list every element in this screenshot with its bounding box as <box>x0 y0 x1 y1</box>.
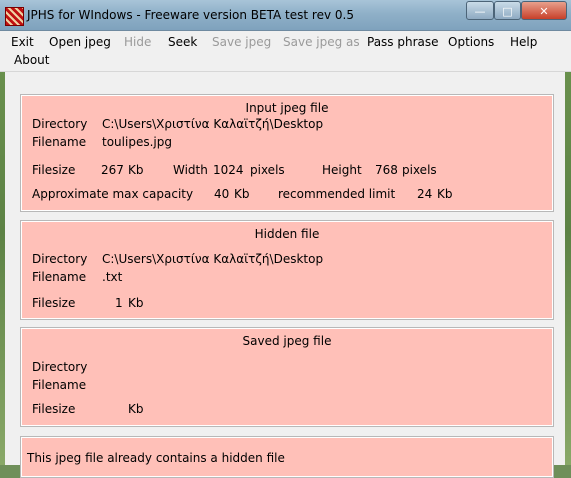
input-jpeg-title: Input jpeg file <box>245 101 329 115</box>
input-height-unit: pixels <box>402 163 437 177</box>
limit-label: recommended limit <box>278 187 396 201</box>
hidden-filesize-unit: Kb <box>128 296 144 310</box>
menu-open-jpeg[interactable]: Open jpeg <box>49 33 111 51</box>
window-title: JPHS for WIndows - Freeware version BETA… <box>27 8 354 22</box>
saved-directory-label: Directory <box>32 360 88 374</box>
menu-hide[interactable]: Hide <box>124 33 151 51</box>
hidden-filename-value: .txt <box>102 270 123 284</box>
input-width-label: Width <box>173 163 208 177</box>
app-icon[interactable] <box>5 7 24 26</box>
limit-unit: Kb <box>437 187 453 201</box>
hidden-filename-label: Filename <box>32 270 87 284</box>
client-area: Input jpeg file Directory C:\Users\Χριστ… <box>5 72 565 478</box>
menu-options[interactable]: Options <box>448 33 494 51</box>
input-height-value: 768 <box>375 163 398 177</box>
menu-exit[interactable]: Exit <box>11 33 34 51</box>
input-filename-label: Filename <box>32 135 87 149</box>
menu-help[interactable]: Help <box>510 33 537 51</box>
input-width-value: 1024 <box>213 163 244 177</box>
hidden-filesize-value: 1 <box>115 296 123 310</box>
input-directory-label: Directory <box>32 117 88 131</box>
hidden-file-panel: Hidden file Directory C:\Users\Χριστίνα … <box>20 220 554 320</box>
input-height-label: Height <box>322 163 362 177</box>
hidden-directory-label: Directory <box>32 252 88 266</box>
menu-seek[interactable]: Seek <box>168 33 197 51</box>
input-filesize-unit: Kb <box>128 163 144 177</box>
hidden-file-title: Hidden file <box>254 227 320 241</box>
menu-save-jpeg[interactable]: Save jpeg <box>212 33 271 51</box>
input-filesize-value: 267 <box>101 163 124 177</box>
capacity-unit: Kb <box>234 187 250 201</box>
maximize-icon: □ <box>502 5 513 18</box>
menu-save-jpeg-as[interactable]: Save jpeg as <box>283 33 360 51</box>
saved-jpeg-panel: Saved jpeg file Directory Filename Files… <box>20 327 554 427</box>
minimize-icon: — <box>474 5 486 18</box>
title-bar[interactable]: JPHS for WIndows - Freeware version BETA… <box>0 0 571 31</box>
input-filename-value: toulipes.jpg <box>102 135 172 149</box>
menu-bar: Exit Open jpeg Hide Seek Save jpeg Save … <box>0 31 571 72</box>
status-message: This jpeg file already contains a hidden… <box>27 451 285 465</box>
close-button[interactable]: ✕ <box>521 1 567 20</box>
menu-about[interactable]: About <box>14 51 49 69</box>
close-icon: ✕ <box>539 5 549 18</box>
maximize-button[interactable]: □ <box>494 1 521 20</box>
input-jpeg-panel: Input jpeg file Directory C:\Users\Χριστ… <box>20 94 554 212</box>
saved-filesize-label: Filesize <box>32 402 76 416</box>
minimize-button[interactable]: — <box>466 1 494 20</box>
hidden-filesize-label: Filesize <box>32 296 76 310</box>
input-filesize-label: Filesize <box>32 163 76 177</box>
application-window: JPHS for WIndows - Freeware version BETA… <box>0 0 571 478</box>
hidden-directory-value: C:\Users\Χριστίνα Καλαϊτζή\Desktop <box>102 252 324 266</box>
capacity-label: Approximate max capacity <box>32 187 194 201</box>
input-directory-value: C:\Users\Χριστίνα Καλαϊτζή\Desktop <box>102 117 324 131</box>
saved-jpeg-title: Saved jpeg file <box>242 334 332 348</box>
menu-pass-phrase[interactable]: Pass phrase <box>367 33 439 51</box>
limit-value: 24 <box>417 187 433 201</box>
input-width-unit: pixels <box>250 163 285 177</box>
status-panel: This jpeg file already contains a hidden… <box>20 436 554 478</box>
saved-filesize-unit: Kb <box>128 402 144 416</box>
capacity-value: 40 <box>214 187 230 201</box>
saved-filename-label: Filename <box>32 378 87 392</box>
